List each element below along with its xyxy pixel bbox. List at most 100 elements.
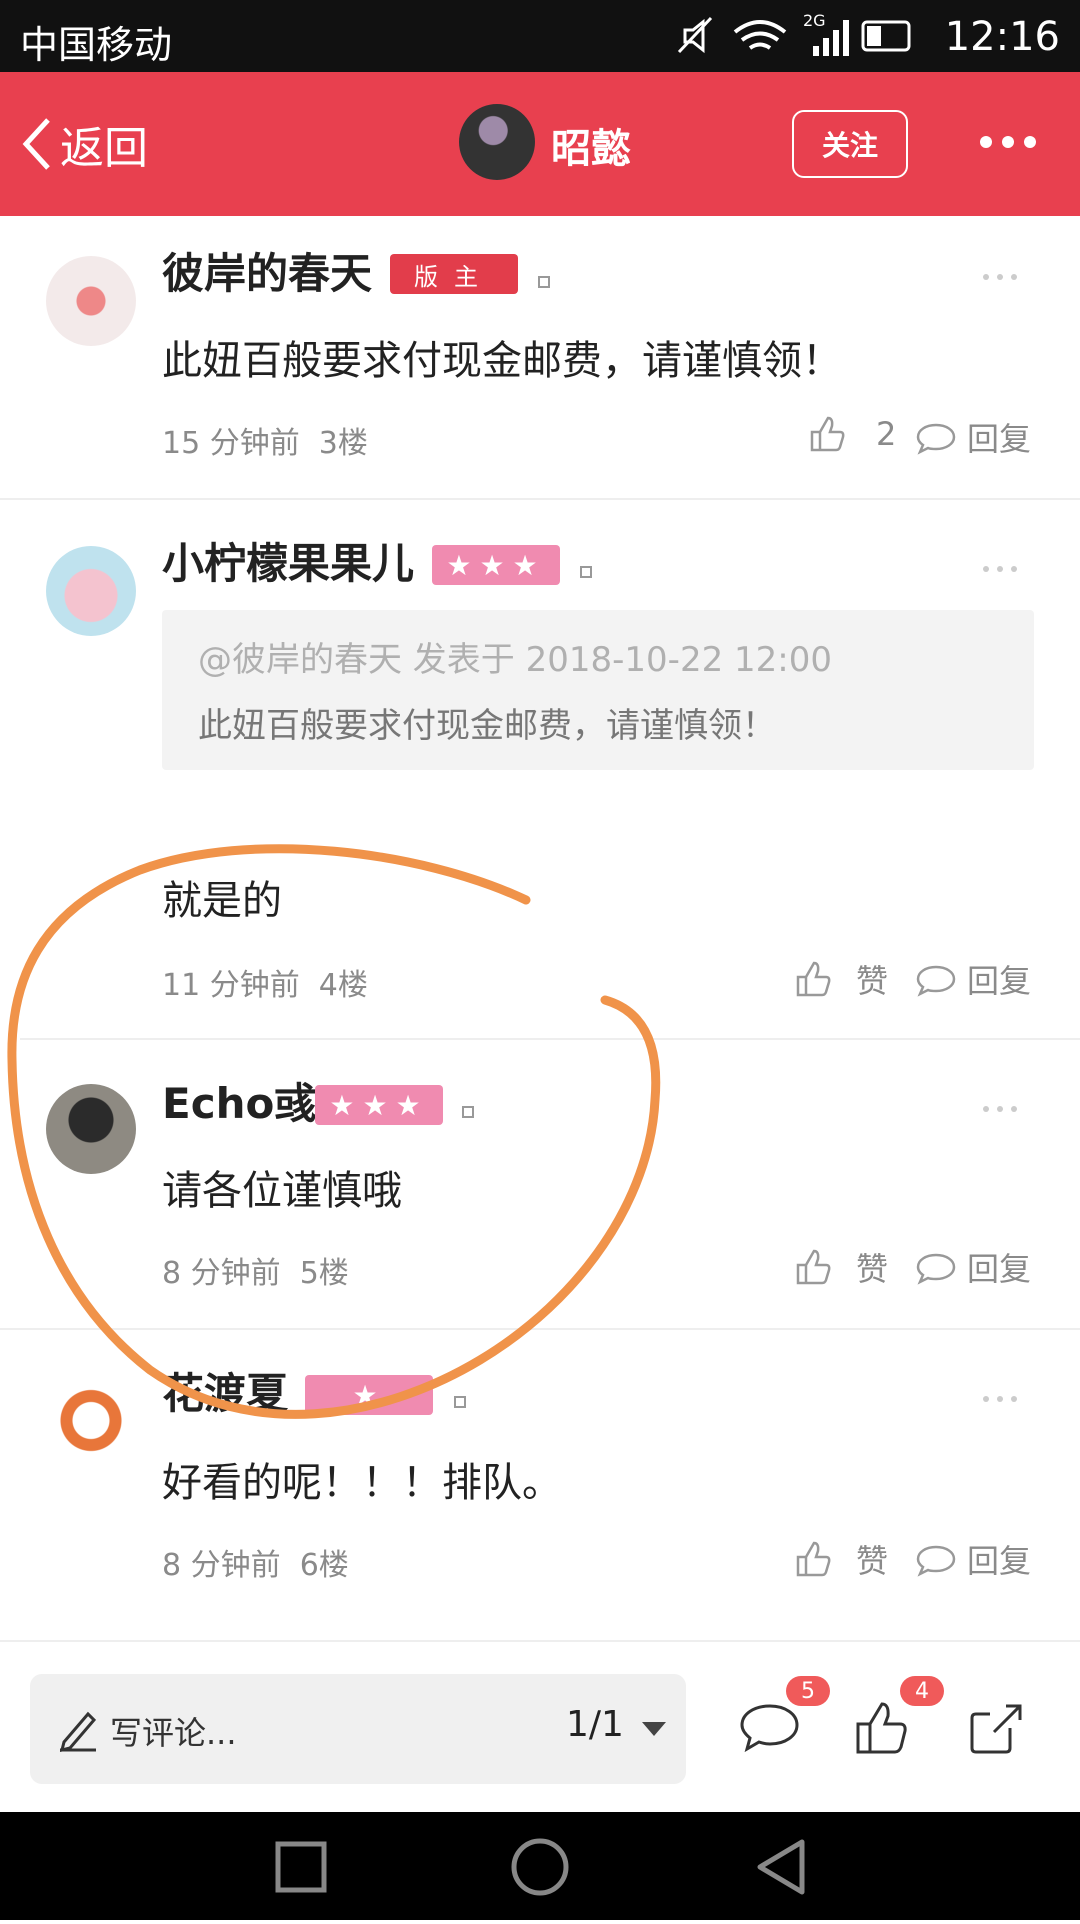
like-count-badge: 4 <box>900 1676 944 1706</box>
like-post-button[interactable] <box>852 1698 912 1762</box>
avatar[interactable] <box>46 1380 136 1470</box>
like-count: 2 <box>876 415 897 453</box>
username[interactable]: 彼岸的春天 <box>162 240 372 301</box>
system-nav-bar <box>0 1812 1080 1920</box>
comment-time: 8 分钟前 <box>162 1256 281 1291</box>
reply-button[interactable]: 回复 <box>915 414 1031 460</box>
comment-placeholder: 写评论... <box>110 1714 237 1752</box>
chat-bubble-icon <box>916 1253 956 1285</box>
like-button[interactable]: 赞 <box>794 956 888 1002</box>
comment-meta: 15 分钟前 3楼 <box>162 418 368 462</box>
like-button[interactable]: 赞 <box>794 1536 888 1582</box>
clock: 12:16 <box>944 14 1060 60</box>
comment-floor: 6楼 <box>299 1548 349 1583</box>
reply-label: 回复 <box>967 962 1032 1000</box>
comment-text: 请各位谨慎哦 <box>162 1168 402 1214</box>
thumbs-up-icon <box>796 961 831 997</box>
comment-text: 好看的呢！！！排队。 <box>162 1460 562 1506</box>
chat-bubble-icon <box>916 1545 956 1577</box>
avatar[interactable] <box>459 104 535 180</box>
thumbs-up-icon <box>810 416 845 452</box>
avatar[interactable] <box>46 1084 136 1174</box>
recent-apps-icon[interactable] <box>275 1841 327 1893</box>
avatar[interactable] <box>46 256 136 346</box>
thumbs-up-icon <box>796 1541 831 1577</box>
thumbs-up-icon <box>796 1249 831 1285</box>
comment-count-badge: 5 <box>786 1676 830 1706</box>
like-label: 赞 <box>856 1250 889 1288</box>
comment-meta: 8 分钟前 6楼 <box>162 1540 349 1584</box>
rank-badge: ★★★ <box>315 1085 443 1125</box>
reply-label: 回复 <box>967 420 1032 458</box>
rank-badge: ★ <box>305 1375 433 1415</box>
chat-bubble-icon <box>740 1704 799 1753</box>
comment-floor: 3楼 <box>318 426 368 461</box>
back-button[interactable]: 返回 <box>20 114 148 174</box>
reply-button[interactable]: 回复 <box>915 1244 1031 1290</box>
like-label: 赞 <box>856 962 889 1000</box>
list-item: Echo彧 ★★★ 请各位谨慎哦 8 分钟前 5楼 赞 回复 <box>0 1040 1080 1328</box>
comment-meta: 8 分钟前 5楼 <box>162 1248 349 1292</box>
chat-bubble-icon <box>916 423 956 455</box>
like-button[interactable]: 2 <box>808 414 896 454</box>
more-options-icon[interactable] <box>983 1106 1017 1112</box>
level-icon <box>454 1396 466 1408</box>
rank-badge: ★★★ <box>432 545 560 585</box>
quote-header: @彼岸的春天 发表于 2018-10-22 12:00 <box>198 640 832 680</box>
username[interactable]: 花渡夏 <box>162 1360 288 1421</box>
comment-meta: 11 分钟前 4楼 <box>162 960 368 1004</box>
status-icons: 2G <box>677 12 911 56</box>
page-indicator[interactable]: 1/1 <box>566 1704 624 1745</box>
reply-button[interactable]: 回复 <box>915 1536 1031 1582</box>
back-nav-icon[interactable] <box>757 1839 805 1895</box>
network-label: 2G <box>803 12 826 30</box>
reply-label: 回复 <box>967 1542 1032 1580</box>
page-title: 昭懿 <box>551 126 631 172</box>
thumbs-up-icon <box>856 1702 907 1754</box>
like-label: 赞 <box>856 1542 889 1580</box>
more-options-icon[interactable] <box>980 136 1036 148</box>
like-button[interactable]: 赞 <box>794 1244 888 1290</box>
more-options-icon[interactable] <box>983 1396 1017 1402</box>
mute-icon <box>677 16 713 54</box>
comment-time: 11 分钟前 <box>162 968 300 1003</box>
comment-toolbar: 写评论... 1/1 5 4 <box>0 1640 1080 1812</box>
comment-floor: 5楼 <box>299 1256 349 1291</box>
carrier-label: 中国移动 <box>20 23 173 67</box>
more-options-icon[interactable] <box>983 566 1017 572</box>
username[interactable]: Echo彧 <box>162 1070 316 1131</box>
write-comment-input[interactable]: 写评论... 1/1 <box>30 1674 686 1784</box>
comment-text: 此妞百般要求付现金邮费，请谨慎领！ <box>162 338 842 384</box>
comment-text: 就是的 <box>162 878 282 924</box>
level-icon <box>462 1106 474 1118</box>
reply-label: 回复 <box>967 1250 1032 1288</box>
list-item: 小柠檬果果儿 ★★★ @彼岸的春天 发表于 2018-10-22 12:00 此… <box>0 500 1080 1038</box>
home-icon[interactable] <box>511 1838 569 1896</box>
battery-icon <box>861 20 911 52</box>
wifi-icon <box>733 20 787 50</box>
back-label: 返回 <box>60 123 148 174</box>
share-icon <box>970 1704 1022 1754</box>
chevron-down-icon[interactable] <box>642 1722 666 1736</box>
share-button[interactable] <box>966 1698 1026 1762</box>
comment-time: 15 分钟前 <box>162 426 300 461</box>
app-header: 返回 昭懿 关注 <box>0 72 1080 216</box>
avatar[interactable] <box>46 546 136 636</box>
follow-button[interactable]: 关注 <box>792 110 908 178</box>
list-item: 花渡夏 ★ 好看的呢！！！排队。 8 分钟前 6楼 赞 回复 <box>0 1330 1080 1622</box>
chat-bubble-icon <box>916 965 956 997</box>
quote-text: 此妞百般要求付现金邮费，请谨慎领！ <box>198 706 776 746</box>
username[interactable]: 小柠檬果果儿 <box>162 530 414 591</box>
list-item: 彼岸的春天 版主 此妞百般要求付现金邮费，请谨慎领！ 15 分钟前 3楼 2 回… <box>0 216 1080 498</box>
comments-button[interactable] <box>738 1698 802 1762</box>
status-bar: 中国移动 2G 12:16 <box>0 0 1080 72</box>
reply-button[interactable]: 回复 <box>915 956 1031 1002</box>
comment-time: 8 分钟前 <box>162 1548 281 1583</box>
comment-floor: 4楼 <box>318 968 368 1003</box>
level-icon <box>538 276 550 288</box>
more-options-icon[interactable] <box>983 274 1017 280</box>
quoted-comment: @彼岸的春天 发表于 2018-10-22 12:00 此妞百般要求付现金邮费，… <box>162 610 1034 770</box>
pencil-icon <box>59 1711 97 1752</box>
chevron-left-icon <box>22 118 50 170</box>
moderator-badge: 版主 <box>390 254 518 294</box>
